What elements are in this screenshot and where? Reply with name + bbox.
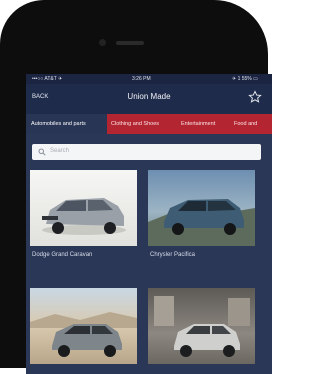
status-time: 3:26 PM [132, 76, 151, 82]
app-screen: •••○○ AT&T ✈ 3:26 PM ✈ 1 55% ▭ BACK Unio… [26, 74, 272, 374]
star-icon[interactable] [248, 90, 262, 104]
category-tab-bar: Automobiles and parts Clothing and Shoes… [26, 114, 272, 134]
earpiece-speaker [116, 41, 144, 45]
carrier-signal: •••○○ AT&T ✈ [32, 76, 63, 82]
search-placeholder: Search [50, 148, 70, 154]
product-name: Chrysler Pacifica [150, 252, 196, 258]
product-name: Dodge Grand Caravan [32, 252, 93, 258]
product-list: Search Dodge Grand Caravan Chrysler Paci… [26, 134, 272, 374]
tab-automobiles-and-parts[interactable]: Automobiles and parts [26, 114, 107, 134]
product-image [30, 288, 137, 364]
product-image [148, 288, 255, 364]
tab-food[interactable]: Food and [234, 114, 257, 134]
battery-status: ✈ 1 55% ▭ [232, 76, 258, 82]
product-image [148, 170, 255, 246]
phone-frame: •••○○ AT&T ✈ 3:26 PM ✈ 1 55% ▭ BACK Unio… [0, 0, 272, 374]
page-title: Union Made [127, 92, 171, 101]
status-bar: •••○○ AT&T ✈ 3:26 PM ✈ 1 55% ▭ [26, 74, 272, 84]
front-camera [99, 39, 106, 46]
product-image [30, 170, 137, 246]
tab-clothing-and-shoes[interactable]: Clothing and Shoes [111, 114, 159, 134]
search-icon [38, 148, 46, 156]
search-input[interactable]: Search [32, 144, 261, 160]
tab-entertainment[interactable]: Entertainment [181, 114, 215, 134]
navigation-bar: BACK Union Made [26, 84, 272, 114]
